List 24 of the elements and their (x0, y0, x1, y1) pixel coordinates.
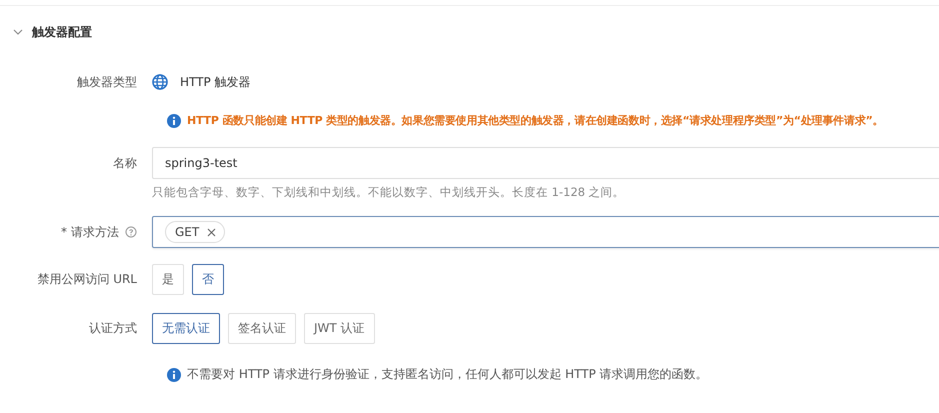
name-input-field[interactable]: spring3-test (152, 147, 939, 179)
close-icon (207, 228, 216, 236)
method-select-field[interactable]: GET (152, 216, 939, 248)
option-button[interactable]: 否 (192, 264, 224, 295)
field-label: 认证方式 (89, 320, 137, 337)
info-icon (167, 368, 181, 382)
auth-option-button[interactable]: 无需认证 (152, 313, 220, 344)
info-text: 不需要对 HTTP 请求进行身份验证，支持匿名访问，任何人都可以发起 HTTP 请求调用您的函数。 (187, 366, 708, 383)
help-icon (125, 226, 137, 238)
hint-text: 只能包含字母、数字、下划线和中划线。不能以数字、中划线开头。长度在 1-128 之间。 (152, 185, 626, 200)
info-icon (167, 114, 181, 128)
field-label: 请求方法 (71, 224, 119, 240)
field-label: 禁用公网访问 URL (37, 271, 137, 288)
auth-option-button[interactable]: JWT 认证 (304, 313, 375, 344)
field-label: 触发器类型 (77, 74, 137, 90)
method-tag: GET (165, 221, 226, 243)
auth-option-button[interactable]: 签名认证 (228, 313, 296, 344)
trigger-type-value: HTTP 触发器 (180, 74, 251, 90)
warning-text: HTTP 函数只能创建 HTTP 类型的触发器。如果您需要使用其他类型的触发器，请在创建函数时，选择“请求处理程序类型”为“处理事件请求”。 (187, 113, 884, 128)
section-header[interactable]: 触发器配置 (0, 6, 939, 39)
field-label: 名称 (113, 154, 137, 172)
option-button[interactable]: 是 (152, 264, 184, 295)
required-mark: * (61, 225, 67, 239)
globe-icon (152, 74, 168, 90)
